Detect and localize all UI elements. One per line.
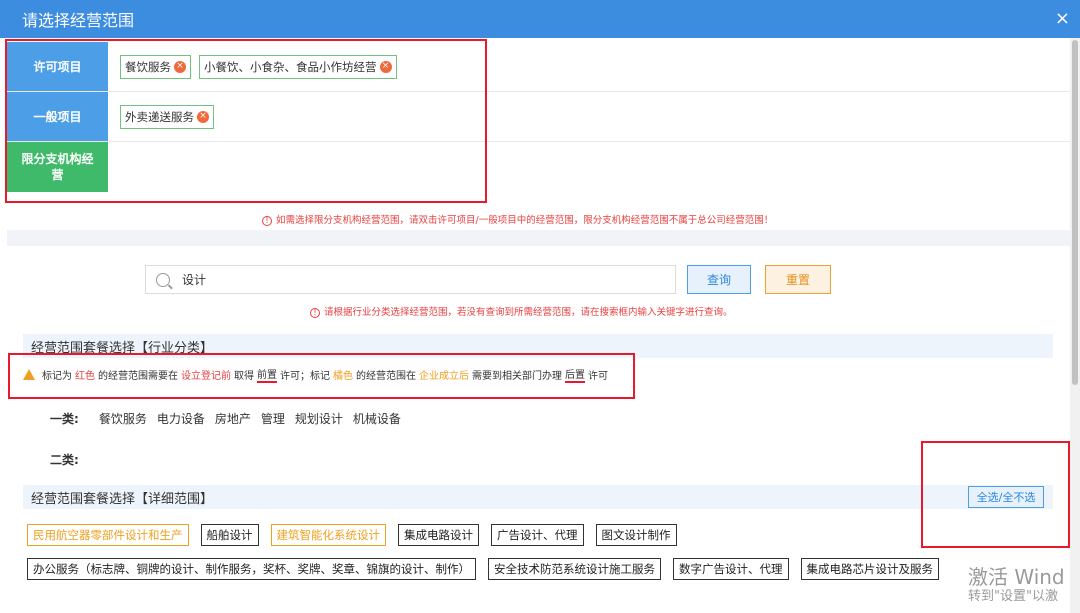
search-note-text: 请根据行业分类选择经营范围，若没有查询到所需经营范围，请在搜索框内输入关键字进行… bbox=[324, 307, 733, 318]
dialog-titlebar: 请选择经营范围 × bbox=[0, 0, 1080, 38]
warning-pre-license: 前置 bbox=[257, 366, 277, 383]
scope-chips-row-1: 民用航空器零部件设计和生产 船舶设计 建筑智能化系统设计 集成电路设计 广告设计… bbox=[27, 524, 677, 546]
scope-chip[interactable]: 集成电路芯片设计及服务 bbox=[800, 558, 939, 580]
warning-orange-word: 橘色 bbox=[333, 371, 353, 382]
warning-red-word: 红色 bbox=[75, 371, 95, 382]
scope-chip[interactable]: 船舶设计 bbox=[200, 524, 259, 546]
class2-row: 二类: bbox=[50, 451, 89, 468]
scrollbar-thumb[interactable] bbox=[1072, 40, 1078, 385]
warning-orange-phrase: 企业成立后 bbox=[419, 371, 469, 382]
scope-chip[interactable]: 集成电路设计 bbox=[398, 524, 479, 546]
highlight-box-scope bbox=[5, 39, 487, 203]
detail-section-title: 经营范围套餐选择【详细范围】 bbox=[31, 491, 214, 507]
class1-item[interactable]: 餐饮服务 bbox=[99, 410, 147, 427]
search-input[interactable] bbox=[182, 272, 662, 287]
business-scope-dialog: 请选择经营范围 × 许可项目 餐饮服务 × 小餐饮、小食杂、食品小作坊经营 × … bbox=[0, 0, 1080, 613]
warning-text: 许可；标记 bbox=[280, 371, 330, 382]
class1-item[interactable]: 规划设计 bbox=[295, 410, 343, 427]
class1-item[interactable]: 机械设备 bbox=[353, 410, 401, 427]
separator-band bbox=[7, 230, 1070, 246]
warning-post-license: 后置 bbox=[565, 366, 585, 383]
warning-text: 许可 bbox=[588, 371, 608, 382]
detail-section-header: 经营范围套餐选择【详细范围】 bbox=[23, 485, 1053, 509]
info-circle-icon: ! bbox=[262, 216, 272, 226]
class1-label: 一类: bbox=[50, 412, 79, 426]
query-button[interactable]: 查询 bbox=[687, 265, 751, 294]
warning-line: 标记为 红色 的经营范围需要在 设立登记前 取得 前置 许可；标记 橘色 的经营… bbox=[23, 366, 608, 383]
class1-row: 一类: 餐饮服务 电力设备 房地产 管理 规划设计 机械设备 bbox=[50, 410, 401, 427]
dialog-scrollbar[interactable] bbox=[1070, 38, 1080, 613]
scope-chips-row-2: 办公服务（标志牌、铜牌的设计、制作服务，奖杯、奖牌、奖章、锦旗的设计、制作） 安… bbox=[27, 558, 939, 580]
scope-chip[interactable]: 安全技术防范系统设计施工服务 bbox=[488, 558, 661, 580]
warning-text: 标记为 bbox=[42, 371, 72, 382]
warning-red-phrase: 设立登记前 bbox=[181, 371, 231, 382]
scope-chip[interactable]: 图文设计制作 bbox=[595, 524, 677, 546]
scope-chip[interactable]: 办公服务（标志牌、铜牌的设计、制作服务，奖杯、奖牌、奖章、锦旗的设计、制作） bbox=[27, 558, 476, 580]
search-icon bbox=[156, 272, 170, 287]
close-icon[interactable]: × bbox=[1055, 10, 1070, 28]
scope-chip[interactable]: 数字广告设计、代理 bbox=[673, 558, 789, 580]
warning-text: 的经营范围需要在 bbox=[98, 371, 178, 382]
info-circle-icon: ! bbox=[310, 308, 320, 318]
watermark-line1: 激活 Wind bbox=[968, 565, 1065, 589]
class1-item[interactable]: 电力设备 bbox=[157, 410, 205, 427]
class2-label: 二类: bbox=[50, 453, 79, 467]
class1-item[interactable]: 管理 bbox=[261, 410, 285, 427]
scope-chip[interactable]: 建筑智能化系统设计 bbox=[270, 524, 386, 546]
warning-text: 的经营范围在 bbox=[356, 371, 416, 382]
branch-note: ! 如需选择限分支机构经营范围，请双击许可项目/一般项目中的经营范围，限分支机构经… bbox=[262, 212, 773, 226]
dialog-title: 请选择经营范围 bbox=[22, 11, 135, 30]
watermark-line2: 转到"设置"以激 bbox=[968, 589, 1058, 604]
warning-text: 需要到相关部门办理 bbox=[472, 371, 562, 382]
reset-button[interactable]: 重置 bbox=[765, 265, 831, 294]
scope-chip[interactable]: 民用航空器零部件设计和生产 bbox=[27, 524, 189, 546]
windows-activation-watermark: 激活 Wind 转到"设置"以激 bbox=[968, 566, 1065, 606]
search-note: ! 请根据行业分类选择经营范围，若没有查询到所需经营范围，请在搜索框内输入关键字进… bbox=[310, 304, 733, 318]
scope-chip[interactable]: 广告设计、代理 bbox=[491, 524, 584, 546]
class1-item[interactable]: 房地产 bbox=[215, 410, 251, 427]
warning-text: 取得 bbox=[234, 371, 254, 382]
search-box bbox=[145, 265, 676, 294]
warning-icon bbox=[23, 369, 35, 380]
highlight-box-toggle bbox=[921, 441, 1070, 548]
branch-note-text: 如需选择限分支机构经营范围，请双击许可项目/一般项目中的经营范围，限分支机构经营… bbox=[276, 215, 774, 226]
